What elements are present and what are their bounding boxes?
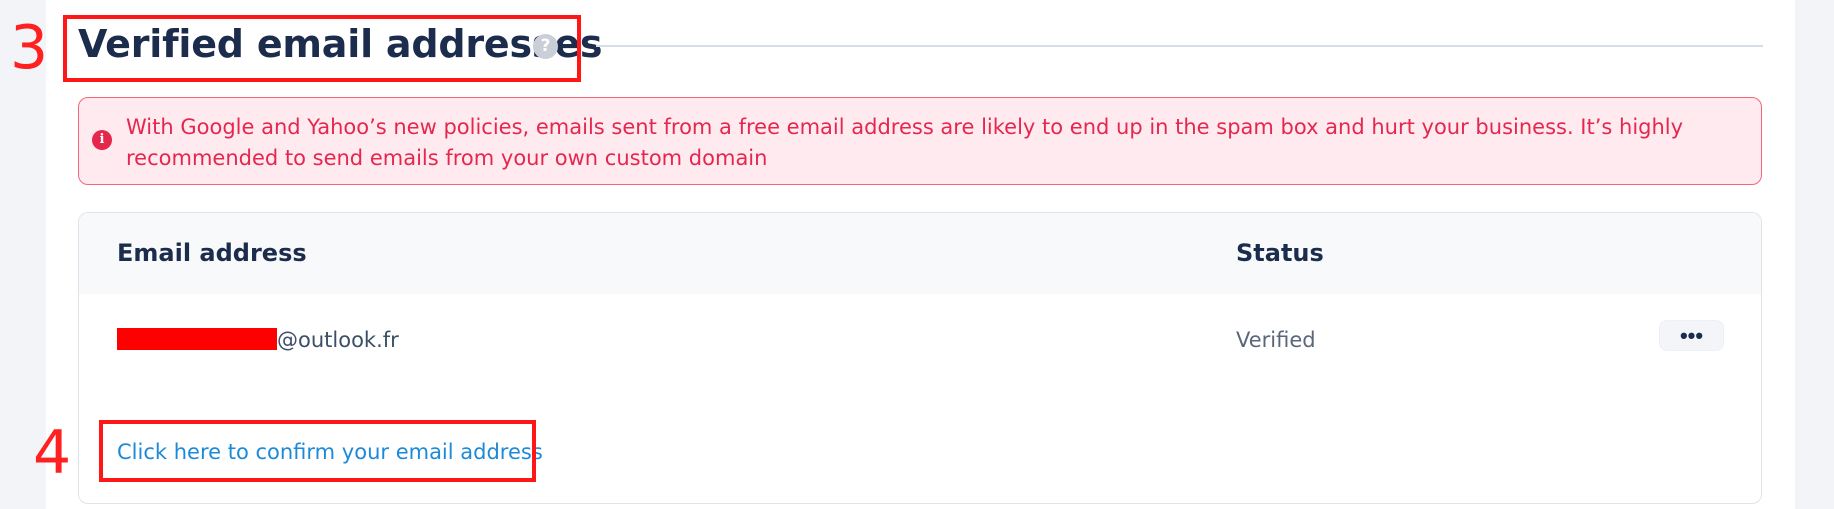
email-domain: @outlook.fr <box>277 328 399 352</box>
annotation-box-title <box>63 15 581 82</box>
annotation-number: 3 <box>10 13 49 83</box>
email-address-cell: @outlook.fr <box>117 328 399 352</box>
title-divider <box>596 45 1763 47</box>
table-row: @outlook.fr Verified ••• <box>79 294 1761 414</box>
warning-text: With Google and Yahoo’s new policies, em… <box>126 115 1684 170</box>
more-actions-button[interactable]: ••• <box>1659 320 1724 351</box>
info-icon: i <box>92 130 112 150</box>
annotation-number: 4 <box>33 418 72 488</box>
redacted-email-prefix <box>117 328 277 350</box>
table-header: Email address Status <box>79 213 1761 294</box>
spam-warning-alert: i With Google and Yahoo’s new policies, … <box>78 97 1762 185</box>
status-badge: Verified <box>1236 328 1316 352</box>
status-column-header: Status <box>1236 239 1324 267</box>
email-column-header: Email address <box>117 239 307 267</box>
annotation-box-link <box>99 420 536 482</box>
